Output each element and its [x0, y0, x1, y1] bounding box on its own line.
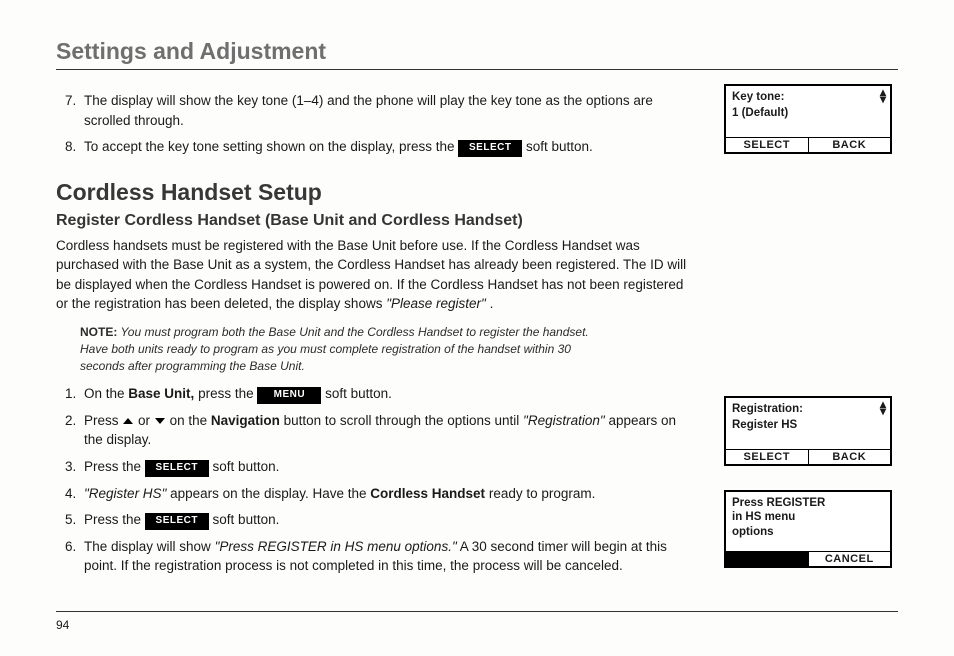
scroll-indicator-icon: ▴▾ — [880, 89, 886, 103]
step-8-pre: To accept the key tone setting shown on … — [84, 139, 458, 154]
select-chip: SELECT — [458, 140, 522, 157]
s1-bold: Base Unit, — [128, 386, 194, 401]
select-chip-3: SELECT — [145, 460, 209, 477]
select-chip-5: SELECT — [145, 513, 209, 530]
s2-more: button to scroll through the options unt… — [284, 413, 523, 428]
key-tone-continued-list: The display will show the key tone (1–4)… — [56, 91, 698, 157]
intro-p2: . — [490, 296, 494, 311]
page-title: Settings and Adjustment — [56, 38, 898, 70]
s4-post: ready to program. — [489, 486, 596, 501]
screen2-soft-left: SELECT — [726, 449, 809, 464]
s2-mid: or — [138, 413, 154, 428]
s3-post: soft button. — [213, 459, 280, 474]
screen3-line2: in HS menu — [732, 510, 884, 524]
register-steps-list: On the Base Unit, press the MENU soft bu… — [56, 384, 698, 576]
screen2-softkeys: SELECT BACK — [726, 449, 890, 464]
screen3-line3: options — [732, 525, 884, 539]
screen1-body: ▴▾ Key tone: 1 (Default) — [726, 86, 890, 137]
screen1-soft-left: SELECT — [726, 137, 809, 152]
s3-pre: Press the — [84, 459, 145, 474]
screen1-softkeys: SELECT BACK — [726, 137, 890, 152]
screen3-line1: Press REGISTER — [732, 496, 884, 510]
footer-rule — [56, 611, 898, 612]
document-page: Settings and Adjustment The display will… — [0, 0, 954, 656]
step-7: The display will show the key tone (1–4)… — [80, 91, 698, 130]
page-number: 94 — [56, 618, 898, 632]
note-label: NOTE: — [80, 325, 117, 339]
menu-chip: MENU — [257, 387, 321, 404]
arrow-up-icon — [123, 418, 133, 424]
intro-paragraph: Cordless handsets must be registered wit… — [56, 236, 698, 314]
figure-column: ▴▾ Key tone: 1 (Default) SELECT BACK ▴▾ … — [724, 84, 898, 592]
screen3-body: Press REGISTER in HS menu options — [726, 492, 890, 551]
content-row: The display will show the key tone (1–4)… — [56, 84, 898, 592]
screen-press-register: Press REGISTER in HS menu options CANCEL — [724, 490, 892, 568]
s6-pre: The display will show — [84, 539, 215, 554]
register-step-1: On the Base Unit, press the MENU soft bu… — [80, 384, 698, 404]
page-footer: 94 — [56, 611, 898, 632]
screen3-soft-left — [726, 551, 809, 566]
register-step-3: Press the SELECT soft button. — [80, 457, 698, 477]
screen1-line2: 1 (Default) — [732, 106, 884, 122]
screen2-body: ▴▾ Registration: Register HS — [726, 398, 890, 449]
s2-italic: "Registration" — [523, 413, 605, 428]
screen1-line1: Key tone: — [732, 90, 884, 106]
note-block: NOTE: You must program both the Base Uni… — [80, 324, 610, 374]
section-title: Cordless Handset Setup — [56, 179, 698, 206]
step-8: To accept the key tone setting shown on … — [80, 137, 698, 157]
s1-pre: On the — [84, 386, 128, 401]
intro-p1: Cordless handsets must be registered wit… — [56, 238, 686, 312]
register-step-4: "Register HS" appears on the display. Ha… — [80, 484, 698, 504]
s5-post: soft button. — [213, 512, 280, 527]
intro-italic: "Please register" — [386, 296, 486, 311]
s6-italic: "Press REGISTER in HS menu options." — [215, 539, 457, 554]
step-8-post: soft button. — [526, 139, 593, 154]
s2-bold: Navigation — [211, 413, 280, 428]
register-step-6: The display will show "Press REGISTER in… — [80, 537, 698, 576]
screen3-soft-right: CANCEL — [809, 551, 891, 566]
text-column: The display will show the key tone (1–4)… — [56, 84, 698, 592]
s1-post: soft button. — [325, 386, 392, 401]
s4-mid: appears on the display. Have the — [170, 486, 370, 501]
screen2-soft-right: BACK — [809, 449, 891, 464]
section-subtitle: Register Cordless Handset (Base Unit and… — [56, 212, 698, 230]
screen3-softkeys: CANCEL — [726, 551, 890, 566]
s4-bold: Cordless Handset — [370, 486, 485, 501]
screen-key-tone: ▴▾ Key tone: 1 (Default) SELECT BACK — [724, 84, 892, 154]
spacer — [724, 178, 898, 396]
register-step-2: Press or on the Navigation button to scr… — [80, 411, 698, 450]
note-text: You must program both the Base Unit and … — [80, 325, 589, 373]
s4-italic: "Register HS" — [84, 486, 166, 501]
s1-mid: press the — [198, 386, 257, 401]
arrow-down-icon — [155, 418, 165, 424]
scroll-indicator-icon-2: ▴▾ — [880, 401, 886, 415]
screen-registration: ▴▾ Registration: Register HS SELECT BACK — [724, 396, 892, 466]
s2-after: on the — [170, 413, 211, 428]
screen1-soft-right: BACK — [809, 137, 891, 152]
step-7-text: The display will show the key tone (1–4)… — [84, 93, 653, 128]
s5-pre: Press the — [84, 512, 145, 527]
screen2-line1: Registration: — [732, 402, 884, 418]
screen2-line2: Register HS — [732, 418, 884, 434]
register-step-5: Press the SELECT soft button. — [80, 510, 698, 530]
s2-pre: Press — [84, 413, 122, 428]
